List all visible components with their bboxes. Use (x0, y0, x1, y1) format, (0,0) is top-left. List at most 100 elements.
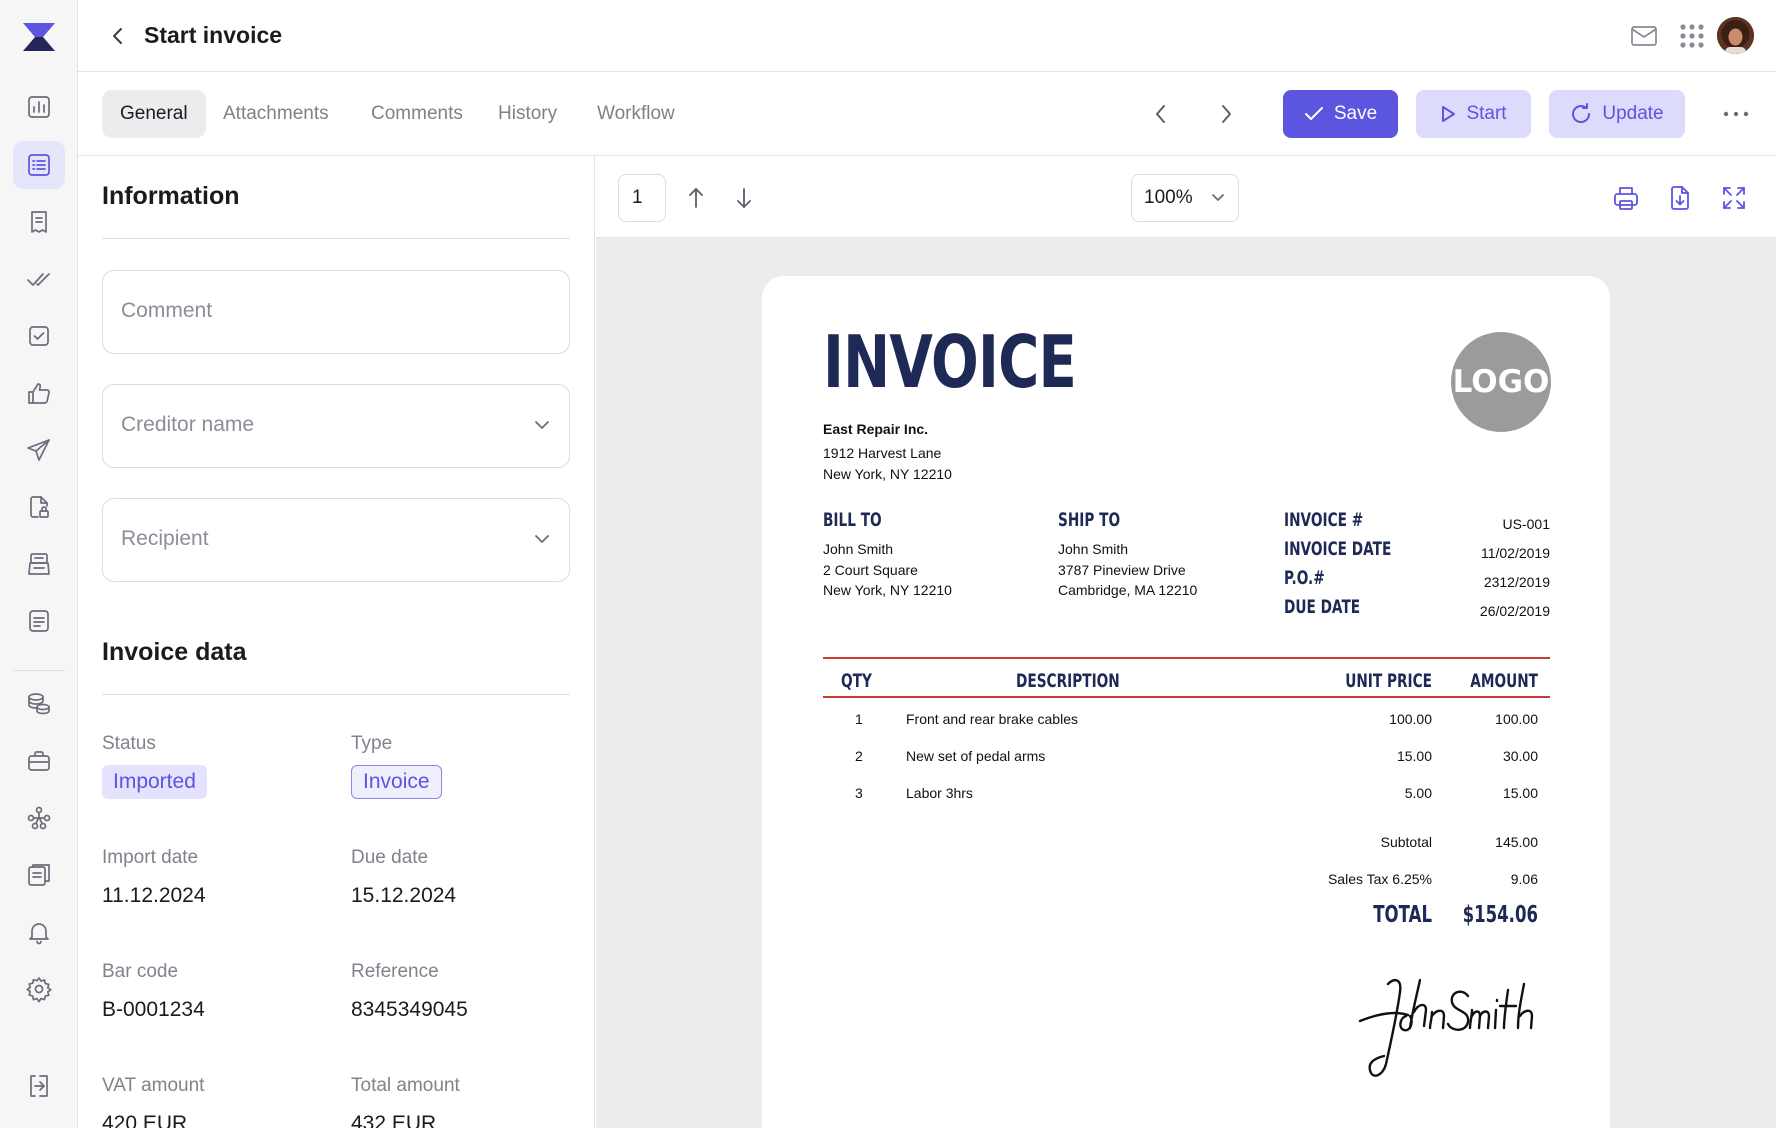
approve-thumb-icon[interactable] (13, 369, 65, 417)
status-label: Status (102, 733, 156, 754)
sales-tax-label: Sales Tax 6.25% (1327, 871, 1432, 887)
row-amount: 100.00 (1495, 711, 1538, 727)
meta-label: P.O.# (1284, 567, 1325, 589)
page-number-input[interactable]: 1 (618, 174, 666, 222)
creditor-placeholder: Creditor name (121, 413, 255, 436)
app-logo[interactable] (21, 19, 57, 55)
fullscreen-icon[interactable] (1716, 180, 1752, 216)
meta-label: INVOICE DATE (1284, 538, 1392, 560)
print-icon[interactable] (1608, 180, 1644, 216)
column-unit-price: UNIT PRICE (1345, 670, 1432, 692)
total-amount-value: 432 EUR (351, 1112, 437, 1128)
zoom-select[interactable]: 100% (1131, 174, 1239, 222)
row-description: New set of pedal arms (906, 748, 1046, 764)
row-unit-price: 100.00 (1389, 711, 1432, 727)
briefcase-icon[interactable] (13, 737, 65, 785)
tab-toolbar: General Attachments Comments History Wor… (78, 72, 1776, 156)
total-value: $154.06 (1462, 902, 1538, 928)
document-lines-icon[interactable] (13, 597, 65, 645)
sidebar-divider (13, 670, 65, 671)
app-sidebar (0, 0, 78, 1128)
invoice-list-icon[interactable] (13, 141, 65, 189)
row-amount: 30.00 (1502, 748, 1538, 764)
save-button[interactable]: Save (1283, 90, 1398, 138)
start-button[interactable]: Start (1416, 90, 1531, 138)
import-date-value: 11.12.2024 (102, 884, 206, 907)
meta-label: INVOICE # (1284, 509, 1364, 531)
bill-to-heading: BILL TO (823, 509, 882, 531)
arrow-down-icon[interactable] (726, 180, 762, 216)
information-divider (102, 238, 570, 239)
start-label: Start (1466, 103, 1507, 124)
task-check-icon[interactable] (13, 312, 65, 360)
meta-value: 26/02/2019 (1479, 603, 1550, 619)
sales-tax-value: 9.06 (1510, 871, 1538, 887)
company-address-line2: New York, NY 12210 (823, 466, 952, 482)
meta-value: 2312/2019 (1483, 574, 1550, 590)
column-description: DESCRIPTION (1016, 670, 1120, 692)
company-logo: LOGO (1451, 332, 1551, 432)
invoice-heading: INVOICE (823, 320, 1077, 404)
dashboard-icon[interactable] (13, 83, 65, 131)
top-header: Start invoice (78, 0, 1776, 72)
double-check-icon[interactable] (13, 255, 65, 303)
column-qty: QTY (841, 670, 872, 692)
row-unit-price: 5.00 (1404, 785, 1432, 801)
meta-value: 11/02/2019 (1480, 545, 1550, 561)
bill-to-line1: 2 Court Square (823, 562, 918, 578)
cash-register-icon[interactable] (13, 540, 65, 588)
reference-label: Reference (351, 961, 439, 982)
comment-field[interactable]: Comment (102, 270, 570, 354)
reference-value: 8345349045 (351, 998, 468, 1021)
locked-file-icon[interactable] (13, 483, 65, 531)
update-button[interactable]: Update (1549, 90, 1685, 138)
settings-gear-icon[interactable] (13, 965, 65, 1013)
total-label: TOTAL (1373, 902, 1432, 928)
next-record-icon[interactable] (1208, 96, 1244, 132)
ship-to-heading: SHIP TO (1058, 509, 1121, 531)
tab-workflow[interactable]: Workflow (579, 90, 693, 138)
row-unit-price: 15.00 (1396, 748, 1432, 764)
row-description: Front and rear brake cables (906, 711, 1078, 727)
barcode-value: B-0001234 (102, 998, 205, 1021)
due-date-label: Due date (351, 847, 429, 868)
invoice-data-divider (102, 694, 570, 695)
ship-to-line1: 3787 Pineview Drive (1058, 562, 1186, 578)
logout-icon[interactable] (13, 1062, 65, 1110)
arrow-up-icon[interactable] (678, 180, 714, 216)
save-label: Save (1333, 103, 1378, 124)
row-qty: 3 (855, 785, 863, 801)
more-options-icon[interactable] (1718, 96, 1754, 132)
ship-to-line2: Cambridge, MA 12210 (1058, 582, 1198, 598)
apps-grid-icon[interactable] (1674, 18, 1710, 54)
creditor-name-select[interactable]: Creditor name (102, 384, 570, 468)
back-arrow-icon[interactable] (104, 22, 132, 50)
recipient-placeholder: Recipient (121, 527, 209, 550)
meta-label: DUE DATE (1284, 596, 1361, 618)
row-qty: 2 (855, 748, 863, 764)
details-panel: Information Comment Creditor name Recipi… (78, 156, 595, 1128)
previous-record-icon[interactable] (1143, 96, 1179, 132)
update-label: Update (1602, 103, 1664, 124)
tab-comments[interactable]: Comments (353, 90, 481, 138)
tab-history[interactable]: History (480, 90, 575, 138)
tab-attachments[interactable]: Attachments (205, 90, 347, 138)
notes-icon[interactable] (13, 851, 65, 899)
tab-general[interactable]: General (102, 90, 206, 138)
workflow-tree-icon[interactable] (13, 794, 65, 842)
mail-icon[interactable] (1626, 18, 1662, 54)
bell-icon[interactable] (13, 908, 65, 956)
send-icon[interactable] (13, 426, 65, 474)
comment-placeholder: Comment (121, 299, 213, 322)
document-viewer: 1 100% INVOICE LOGO East Repair Inc. 191… (596, 156, 1776, 1128)
row-qty: 1 (855, 711, 863, 727)
user-avatar[interactable] (1717, 17, 1754, 54)
receipt-icon[interactable] (13, 198, 65, 246)
invoice-page: INVOICE LOGO East Repair Inc. 1912 Harve… (762, 276, 1610, 1128)
row-amount: 15.00 (1502, 785, 1538, 801)
type-label: Type (351, 733, 393, 754)
coins-icon[interactable] (13, 680, 65, 728)
download-file-icon[interactable] (1662, 180, 1698, 216)
recipient-select[interactable]: Recipient (102, 498, 570, 582)
check-icon (1304, 107, 1323, 120)
